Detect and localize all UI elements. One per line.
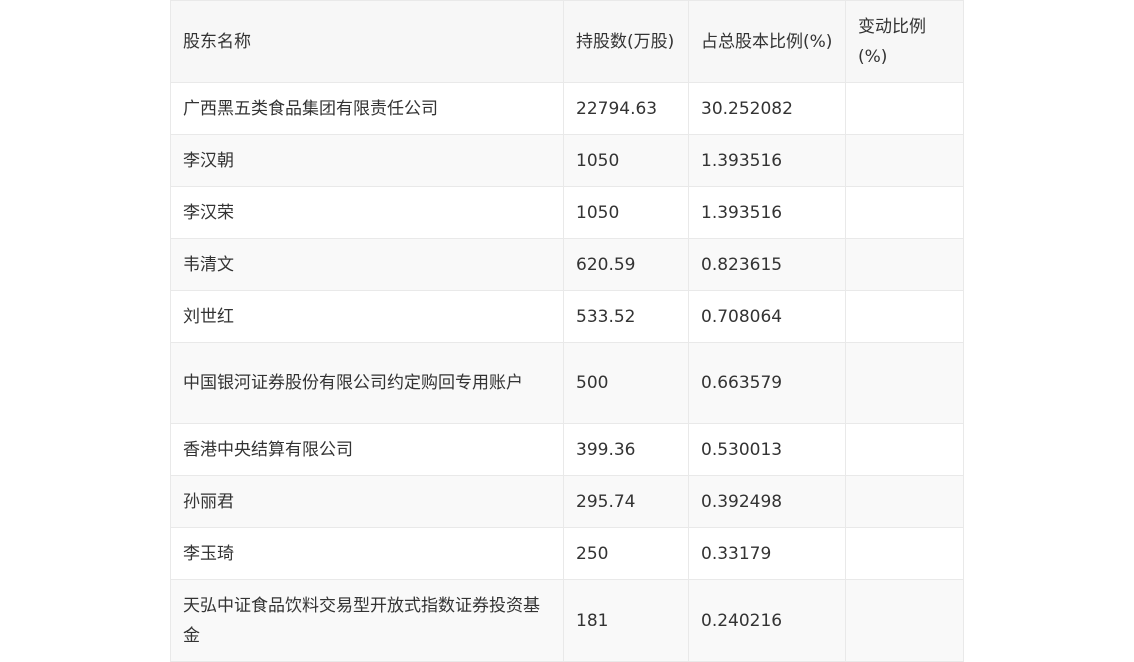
header-ratio: 占总股本比例(%) [688,0,846,83]
cell-name: 孙丽君 [170,475,564,528]
table-body: 广西黑五类食品集团有限责任公司 22794.63 30.252082 李汉朝 1… [170,82,964,662]
cell-ratio: 0.240216 [688,579,846,662]
cell-ratio: 0.708064 [688,290,846,343]
table-row: 孙丽君 295.74 0.392498 [170,475,964,528]
cell-shares: 181 [563,579,689,662]
cell-ratio: 0.530013 [688,423,846,476]
cell-shares: 1050 [563,186,689,239]
cell-shares: 533.52 [563,290,689,343]
cell-shares: 22794.63 [563,82,689,135]
cell-ratio: 1.393516 [688,186,846,239]
table-row: 香港中央结算有限公司 399.36 0.530013 [170,423,964,476]
cell-shares: 620.59 [563,238,689,291]
table-row: 刘世红 533.52 0.708064 [170,290,964,343]
cell-ratio: 0.392498 [688,475,846,528]
shareholder-table: 股东名称 持股数(万股) 占总股本比例(%) 变动比例(%) 广西黑五类食品集团… [170,0,964,662]
table-row: 韦清文 620.59 0.823615 [170,238,964,291]
cell-name: 李汉朝 [170,134,564,187]
cell-shares: 500 [563,342,689,424]
cell-name: 中国银河证券股份有限公司约定购回专用账户 [170,342,564,424]
cell-name: 李汉荣 [170,186,564,239]
cell-ratio: 0.663579 [688,342,846,424]
cell-name: 天弘中证食品饮料交易型开放式指数证券投资基金 [170,579,564,662]
cell-change [845,186,964,239]
table-row: 李玉琦 250 0.33179 [170,527,964,580]
header-shareholder-name: 股东名称 [170,0,564,83]
cell-shares: 399.36 [563,423,689,476]
cell-change [845,238,964,291]
header-shares: 持股数(万股) [563,0,689,83]
cell-shares: 1050 [563,134,689,187]
cell-change [845,423,964,476]
table-row: 李汉荣 1050 1.393516 [170,186,964,239]
cell-ratio: 1.393516 [688,134,846,187]
table-row: 中国银河证券股份有限公司约定购回专用账户 500 0.663579 [170,342,964,424]
cell-change [845,82,964,135]
cell-name: 韦清文 [170,238,564,291]
table-header: 股东名称 持股数(万股) 占总股本比例(%) 变动比例(%) [170,0,964,83]
table-row: 广西黑五类食品集团有限责任公司 22794.63 30.252082 [170,82,964,135]
cell-change [845,342,964,424]
cell-change [845,134,964,187]
cell-ratio: 30.252082 [688,82,846,135]
cell-shares: 295.74 [563,475,689,528]
cell-name: 李玉琦 [170,527,564,580]
cell-name: 刘世红 [170,290,564,343]
cell-change [845,475,964,528]
cell-shares: 250 [563,527,689,580]
cell-ratio: 0.33179 [688,527,846,580]
header-row: 股东名称 持股数(万股) 占总股本比例(%) 变动比例(%) [170,0,964,83]
cell-name: 香港中央结算有限公司 [170,423,564,476]
cell-name: 广西黑五类食品集团有限责任公司 [170,82,564,135]
cell-change [845,527,964,580]
table-row: 天弘中证食品饮料交易型开放式指数证券投资基金 181 0.240216 [170,579,964,662]
header-change: 变动比例(%) [845,0,964,83]
cell-ratio: 0.823615 [688,238,846,291]
shareholder-table-container: 股东名称 持股数(万股) 占总股本比例(%) 变动比例(%) 广西黑五类食品集团… [170,0,964,662]
cell-change [845,290,964,343]
cell-change [845,579,964,662]
table-row: 李汉朝 1050 1.393516 [170,134,964,187]
